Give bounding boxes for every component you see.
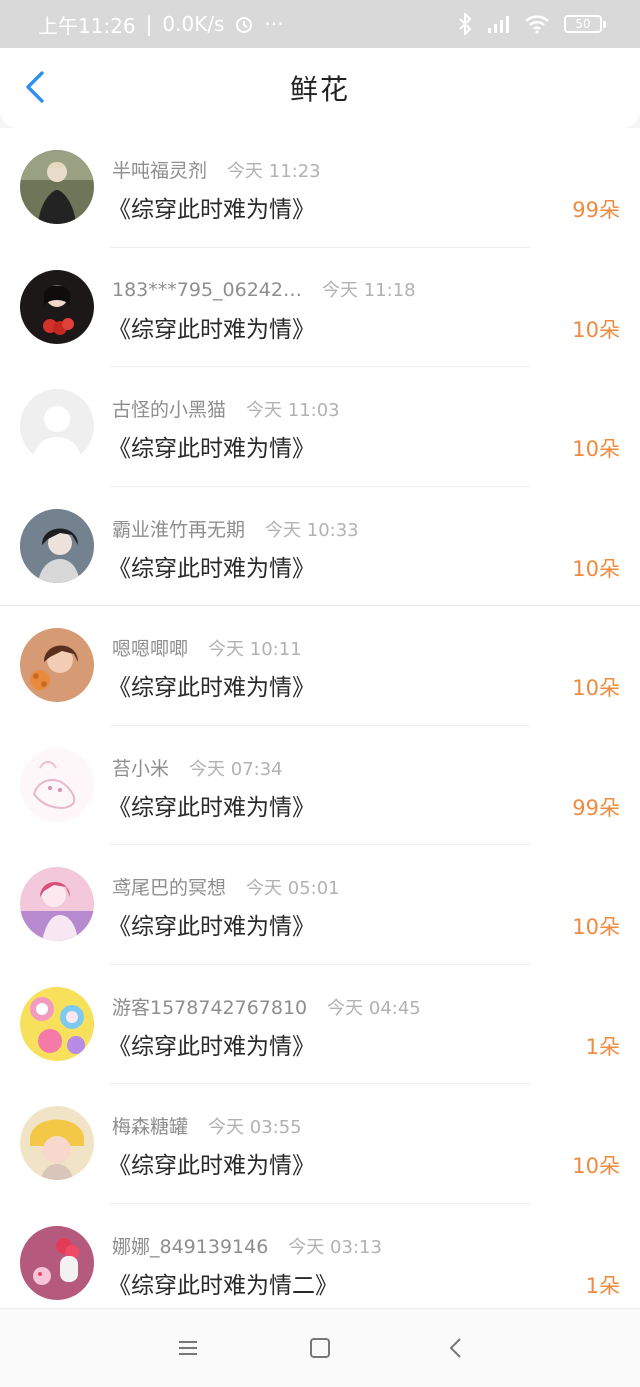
avatar[interactable] (20, 986, 94, 1061)
list-item[interactable]: 娜娜_849139146 今天 03:13 《综穿此时难为情二》 1朵 (0, 1204, 640, 1309)
avatar[interactable] (20, 1225, 94, 1300)
list-item[interactable]: 183***795_06242… 今天 11:18 《综穿此时难为情》 10朵 (0, 248, 640, 367)
timestamp: 今天 11:03 (246, 400, 340, 421)
user-name: 半吨福灵剂 (112, 160, 208, 182)
avatar[interactable] (20, 508, 94, 583)
list-item[interactable]: 霸业淮竹再无期 今天 10:33 《综穿此时难为情》 10朵 (0, 487, 640, 606)
book-title: 《综穿此时难为情二》 (108, 1272, 338, 1299)
avatar[interactable] (20, 1106, 94, 1180)
gift-list: 半吨福灵剂 今天 11:23 《综穿此时难为情》 99朵 183***795_06… (0, 128, 640, 1308)
signal-icon (486, 14, 510, 34)
timestamp: 今天 10:33 (265, 519, 359, 541)
status-net-speed: 0.0K/s (162, 12, 225, 36)
book-title: 《综穿此时难为情》 (108, 316, 315, 343)
status-more-dots: ··· (264, 12, 284, 36)
list-item[interactable]: 鸢尾巴的冥想 今天 05:01 《综穿此时难为情》 10朵 (0, 845, 640, 965)
avatar[interactable] (20, 867, 94, 941)
timestamp: 今天 03:55 (208, 1117, 302, 1138)
flower-count: 10朵 (572, 317, 620, 342)
menu-button[interactable] (173, 1335, 203, 1365)
user-name: 古怪的小黑猫 (112, 399, 227, 421)
user-name: 嗯嗯唧唧 (112, 638, 189, 660)
book-title: 《综穿此时难为情》 (108, 1153, 315, 1179)
list-item[interactable]: 嗯嗯唧唧 今天 10:11 《综穿此时难为情》 10朵 (0, 606, 640, 726)
avatar[interactable] (20, 269, 94, 344)
avatar[interactable] (20, 747, 94, 822)
timestamp: 今天 11:23 (227, 161, 321, 182)
back-triangle-icon (447, 1337, 463, 1363)
wifi-icon (524, 14, 550, 34)
timestamp: 今天 11:18 (321, 279, 416, 301)
avatar[interactable] (20, 150, 94, 224)
system-nav-bar (0, 1308, 640, 1387)
flower-count: 99朵 (572, 795, 620, 820)
page-title: 鲜花 (289, 73, 350, 106)
home-button[interactable] (305, 1335, 335, 1365)
flower-count: 10朵 (572, 676, 620, 700)
book-title: 《综穿此时难为情》 (108, 197, 315, 223)
user-name: 娜娜_849139146 (112, 1235, 269, 1258)
flower-count: 10朵 (572, 437, 620, 461)
status-separator: | (145, 12, 153, 36)
book-title: 《综穿此时难为情》 (108, 914, 315, 940)
user-name: 梅森糖罐 (112, 1116, 189, 1138)
menu-icon (177, 1339, 199, 1361)
list-item[interactable]: 半吨福灵剂 今天 11:23 《综穿此时难为情》 99朵 (0, 128, 640, 248)
user-name: 游客1578742767810 (112, 996, 308, 1019)
avatar[interactable] (20, 628, 94, 702)
default-avatar[interactable] (20, 389, 94, 463)
flower-count: 10朵 (572, 915, 620, 939)
list-item[interactable]: 游客1578742767810 今天 04:45 《综穿此时难为情》 1朵 (0, 965, 640, 1084)
list-item[interactable]: 古怪的小黑猫 今天 11:03 《综穿此时难为情》 10朵 (0, 367, 640, 487)
user-name: 霸业淮竹再无期 (112, 518, 246, 541)
book-title: 《综穿此时难为情》 (108, 436, 315, 462)
back-chevron-icon (24, 70, 46, 108)
bluetooth-icon (458, 13, 472, 35)
timestamp: 今天 05:01 (246, 878, 340, 899)
user-name: 183***795_06242… (112, 278, 302, 301)
flower-count: 1朵 (585, 1273, 620, 1298)
timestamp: 今天 04:45 (327, 997, 421, 1019)
user-name: 鸢尾巴的冥想 (112, 877, 227, 899)
flower-count: 1朵 (585, 1034, 620, 1059)
user-name: 苔小米 (112, 757, 170, 780)
home-square-icon (309, 1337, 331, 1363)
book-title: 《综穿此时难为情》 (108, 794, 315, 821)
book-title: 《综穿此时难为情》 (108, 1033, 315, 1060)
list-item[interactable]: 苔小米 今天 07:34 《综穿此时难为情》 99朵 (0, 726, 640, 845)
book-title: 《综穿此时难为情》 (108, 555, 315, 582)
flower-count: 10朵 (572, 556, 620, 581)
alarm-icon (234, 14, 254, 34)
book-title: 《综穿此时难为情》 (108, 675, 315, 701)
flower-count: 10朵 (572, 1154, 620, 1178)
flower-count: 99朵 (572, 198, 620, 222)
system-back-button[interactable] (440, 1335, 470, 1365)
list-item[interactable]: 梅森糖罐 今天 03:55 《综穿此时难为情》 10朵 (0, 1084, 640, 1204)
status-time: 上午11:26 (38, 13, 136, 38)
back-button[interactable] (20, 70, 50, 108)
battery-icon: 50 (564, 15, 606, 33)
timestamp: 今天 07:34 (189, 758, 283, 780)
timestamp: 今天 03:13 (288, 1236, 382, 1258)
header: 鲜花 (0, 48, 640, 128)
timestamp: 今天 10:11 (208, 639, 302, 660)
status-bar: 上午11:26 | 0.0K/s ··· 50 (0, 0, 640, 48)
